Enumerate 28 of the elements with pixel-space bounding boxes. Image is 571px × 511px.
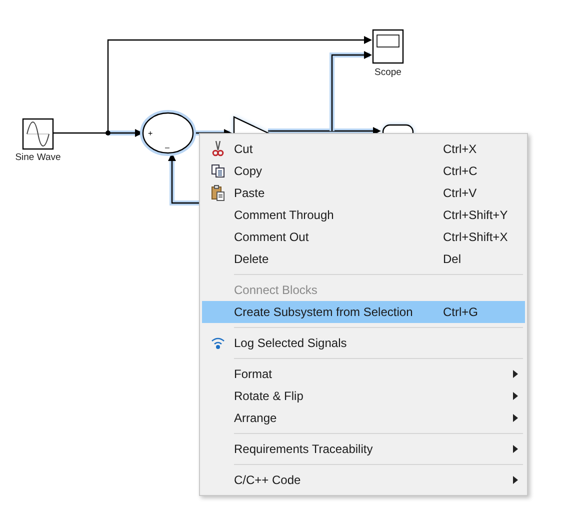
menu-item[interactable]: Requirements Traceability [202, 438, 525, 460]
minus-sign: – [165, 143, 170, 152]
menu-item[interactable]: Arrange [202, 407, 525, 429]
plus-sign: + [148, 129, 153, 138]
block-label: Sine Wave [15, 152, 61, 163]
menu-item[interactable]: Copy Ctrl+C [202, 160, 525, 182]
menu-item[interactable]: Create Subsystem from Selection Ctrl+G [202, 301, 525, 323]
menu-item[interactable]: Comment Through Ctrl+Shift+Y [202, 204, 525, 226]
wireless-signal-icon [211, 336, 225, 350]
menu-item[interactable]: Delete Del [202, 248, 525, 270]
signal-line[interactable] [330, 51, 372, 131]
menu-item[interactable]: C/C++ Code [202, 469, 525, 491]
menu-item[interactable]: Rotate & Flip [202, 385, 525, 407]
menu-item[interactable]: Cut Ctrl+X [202, 138, 525, 160]
scissors-icon [212, 141, 224, 157]
sine-wave-block[interactable] [22, 118, 54, 150]
clipboard-icon [211, 185, 225, 201]
menu-item[interactable]: Log Selected Signals [202, 332, 525, 354]
sum-block[interactable] [140, 110, 196, 156]
menu-item[interactable]: Format [202, 363, 525, 385]
signal-line[interactable] [107, 36, 372, 133]
scope-block[interactable] [372, 29, 404, 64]
menu-item[interactable]: Paste Ctrl+V [202, 182, 525, 204]
block-label: Scope [374, 67, 402, 78]
signal-line[interactable] [268, 127, 381, 135]
menu-item[interactable]: Comment Out Ctrl+Shift+X [202, 226, 525, 248]
copy-icon [211, 164, 225, 178]
signal-line[interactable] [53, 129, 143, 137]
